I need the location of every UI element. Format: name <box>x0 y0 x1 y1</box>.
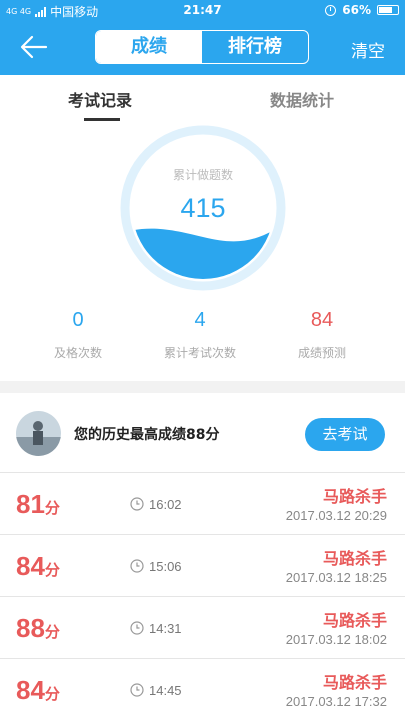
record-title: 马路杀手 <box>322 611 387 630</box>
stat-pass-count: 0 <box>72 309 84 331</box>
record-row[interactable]: 84分 14:45 马路杀手 2017.03.12 17:32 <box>0 659 405 720</box>
record-title: 马路杀手 <box>322 673 387 692</box>
record-score: 84分 <box>16 675 60 705</box>
record-row[interactable]: 84分 15:06 马路杀手 2017.03.12 18:25 <box>0 535 405 597</box>
avatar <box>16 411 61 456</box>
battery-icon <box>377 5 399 15</box>
take-exam-button[interactable]: 去考试 <box>305 418 385 451</box>
back-button[interactable] <box>18 32 52 62</box>
record-date: 2017.03.12 17:32 <box>285 694 387 709</box>
record-date: 2017.03.12 18:02 <box>285 632 387 647</box>
stat-prediction-label: 成绩预测 <box>297 346 346 360</box>
record-date: 2017.03.12 20:29 <box>285 508 387 523</box>
best-score-text: 您的历史最高成绩88分 <box>74 427 220 443</box>
clock-icon <box>130 559 144 573</box>
status-bar: 4G 4G 中国移动 21:47 66% <box>0 0 405 20</box>
stat-exam-count: 4 <box>194 309 206 331</box>
clock-icon <box>130 497 144 511</box>
sub-tabs: 考试记录 数据统计 <box>0 75 405 121</box>
stat-pass-label: 及格次数 <box>53 346 102 360</box>
record-date: 2017.03.12 18:25 <box>285 570 387 585</box>
record-list: 81分 16:02 马路杀手 2017.03.12 20:29 84分 15:0… <box>0 473 405 720</box>
section-divider <box>0 381 405 393</box>
best-score-row: 您的历史最高成绩88分 去考试 <box>0 393 405 473</box>
gauge-title: 累计做题数 <box>172 168 233 182</box>
stat-exam-label: 累计考试次数 <box>163 346 236 360</box>
stat-score-prediction: 84 <box>310 309 334 331</box>
clock-icon <box>130 683 144 697</box>
segment-score[interactable]: 成绩 <box>96 31 202 63</box>
arrow-left-icon <box>20 35 48 59</box>
clear-button[interactable]: 清空 <box>351 37 385 62</box>
gauge-value: 415 <box>180 193 226 223</box>
record-score: 81分 <box>16 489 60 519</box>
segment-ranking[interactable]: 排行榜 <box>202 31 308 63</box>
record-title: 马路杀手 <box>322 549 387 568</box>
record-duration: 14:31 <box>149 621 182 636</box>
record-duration: 16:02 <box>149 497 182 512</box>
tab-data-stats[interactable]: 数据统计 <box>270 87 334 111</box>
tab-active-indicator <box>84 118 120 121</box>
record-row[interactable]: 88分 14:31 马路杀手 2017.03.12 18:02 <box>0 597 405 659</box>
tab-exam-records[interactable]: 考试记录 <box>68 87 132 111</box>
record-score: 84分 <box>16 551 60 581</box>
record-title: 马路杀手 <box>322 487 387 506</box>
record-duration: 15:06 <box>149 559 182 574</box>
header-bar: 4G 4G 中国移动 21:47 66% 成绩 排行榜 清空 <box>0 0 405 75</box>
record-score: 88分 <box>16 613 60 643</box>
battery-percent: 66% <box>342 3 371 17</box>
alarm-icon <box>325 4 337 16</box>
clock-icon <box>130 621 144 635</box>
segmented-control: 成绩 排行榜 <box>95 30 309 64</box>
record-duration: 14:45 <box>149 683 182 698</box>
record-row[interactable]: 81分 16:02 马路杀手 2017.03.12 20:29 <box>0 473 405 535</box>
